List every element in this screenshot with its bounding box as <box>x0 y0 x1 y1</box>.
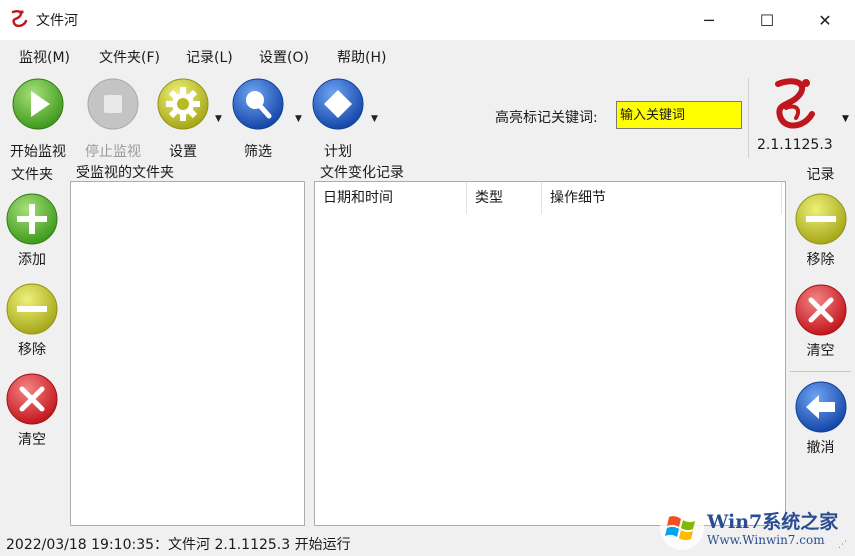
close-button[interactable]: ✕ <box>796 0 854 40</box>
clear-folders-button[interactable]: 清空 <box>0 373 64 453</box>
logo-dropdown-icon[interactable]: ▼ <box>842 114 849 124</box>
minimize-button[interactable]: ─ <box>680 0 738 40</box>
watermark-subtitle: Www.Winwin7.com <box>707 533 825 547</box>
folder-panel: 文件夹 添加 移除 清空 <box>0 160 64 528</box>
magnifier-icon <box>232 78 284 130</box>
settings-button[interactable]: 设置 <box>151 78 215 160</box>
x-icon <box>6 373 58 425</box>
start-monitor-button[interactable]: 开始监视 <box>6 78 70 160</box>
diamond-icon <box>312 78 364 130</box>
x-icon <box>795 284 846 336</box>
remove-folder-button[interactable]: 移除 <box>0 283 64 363</box>
filter-button[interactable]: 筛选 <box>226 78 290 160</box>
schedule-label: 计划 <box>324 144 352 160</box>
clear-records-label: 清空 <box>806 343 835 359</box>
windows-logo-icon <box>660 506 704 550</box>
undo-label: 撤消 <box>806 440 835 456</box>
title-bar: 文件河 ─ ☐ ✕ <box>0 0 855 40</box>
filter-dropdown-icon[interactable]: ▼ <box>295 114 302 124</box>
status-text: 2022/03/18 19:10:35：文件河 2.1.1125.3 开始运行 <box>6 537 351 553</box>
remove-record-button[interactable]: 移除 <box>786 193 855 273</box>
plus-icon <box>6 193 58 245</box>
start-monitor-label: 开始监视 <box>10 144 66 160</box>
minus-icon <box>6 283 58 335</box>
file-change-records-group: 文件变化记录 日期和时间 类型 操作细节 <box>314 160 786 528</box>
app-logo-icon <box>11 10 28 28</box>
toolbar: 开始监视 停止监视 设置 ▼ 筛选 ▼ 计划 ▼ 高亮标记关键词: 输入关键词 … <box>0 72 855 160</box>
stop-monitor-label: 停止监视 <box>85 144 141 160</box>
remove-folder-label: 移除 <box>18 342 46 358</box>
watermark: Win7系统之家 Www.Winwin7.com <box>655 501 855 556</box>
keyword-label: 高亮标记关键词: <box>495 110 598 126</box>
menu-log[interactable]: 记录(L) <box>186 47 233 67</box>
monitored-folders-group: 受监视的文件夹 <box>70 160 305 528</box>
filter-label: 筛选 <box>244 144 272 160</box>
resize-grip-icon[interactable]: ⋰ <box>838 540 847 550</box>
menu-folder[interactable]: 文件夹(F) <box>99 47 160 67</box>
remove-record-label: 移除 <box>806 252 835 268</box>
version-label: 2.1.1125.3 <box>757 137 833 153</box>
play-icon <box>12 78 64 130</box>
settings-label: 设置 <box>169 144 197 160</box>
schedule-button[interactable]: 计划 <box>306 78 370 160</box>
menu-settings[interactable]: 设置(O) <box>259 47 309 67</box>
gear-icon <box>157 78 209 130</box>
settings-dropdown-icon[interactable]: ▼ <box>215 114 222 124</box>
watermark-title: Win7系统之家 <box>707 511 839 533</box>
monitored-folders-title: 受监视的文件夹 <box>76 165 174 181</box>
toolbar-divider <box>748 78 749 158</box>
clear-records-button[interactable]: 清空 <box>786 284 855 364</box>
window-title: 文件河 <box>36 13 78 29</box>
menu-bar: 监视(M) 文件夹(F) 记录(L) 设置(O) 帮助(H) <box>0 40 855 72</box>
column-header-details[interactable]: 操作细节 <box>542 182 782 214</box>
file-change-records-list[interactable]: 日期和时间 类型 操作细节 <box>314 181 786 526</box>
schedule-dropdown-icon[interactable]: ▼ <box>371 114 378 124</box>
panel-divider <box>790 371 851 372</box>
record-panel: 记录 移除 清空 撤消 <box>786 160 855 528</box>
maximize-button[interactable]: ☐ <box>738 0 796 40</box>
minus-icon <box>795 193 846 245</box>
file-change-records-title: 文件变化记录 <box>320 165 404 181</box>
column-header-datetime[interactable]: 日期和时间 <box>315 182 467 214</box>
add-folder-label: 添加 <box>18 252 46 268</box>
menu-help[interactable]: 帮助(H) <box>337 47 386 67</box>
column-header-type[interactable]: 类型 <box>467 182 542 214</box>
app-logo-icon <box>775 78 815 129</box>
record-panel-title: 记录 <box>806 167 835 183</box>
keyword-input[interactable] <box>616 101 742 129</box>
clear-folders-label: 清空 <box>18 432 46 448</box>
stop-monitor-button[interactable]: 停止监视 <box>81 78 145 160</box>
back-arrow-icon <box>795 381 846 433</box>
menu-monitor[interactable]: 监视(M) <box>19 47 70 67</box>
folder-panel-title: 文件夹 <box>11 167 53 183</box>
add-folder-button[interactable]: 添加 <box>0 193 64 273</box>
monitored-folders-list[interactable] <box>70 181 305 526</box>
undo-button[interactable]: 撤消 <box>786 381 855 461</box>
stop-icon <box>87 78 139 130</box>
